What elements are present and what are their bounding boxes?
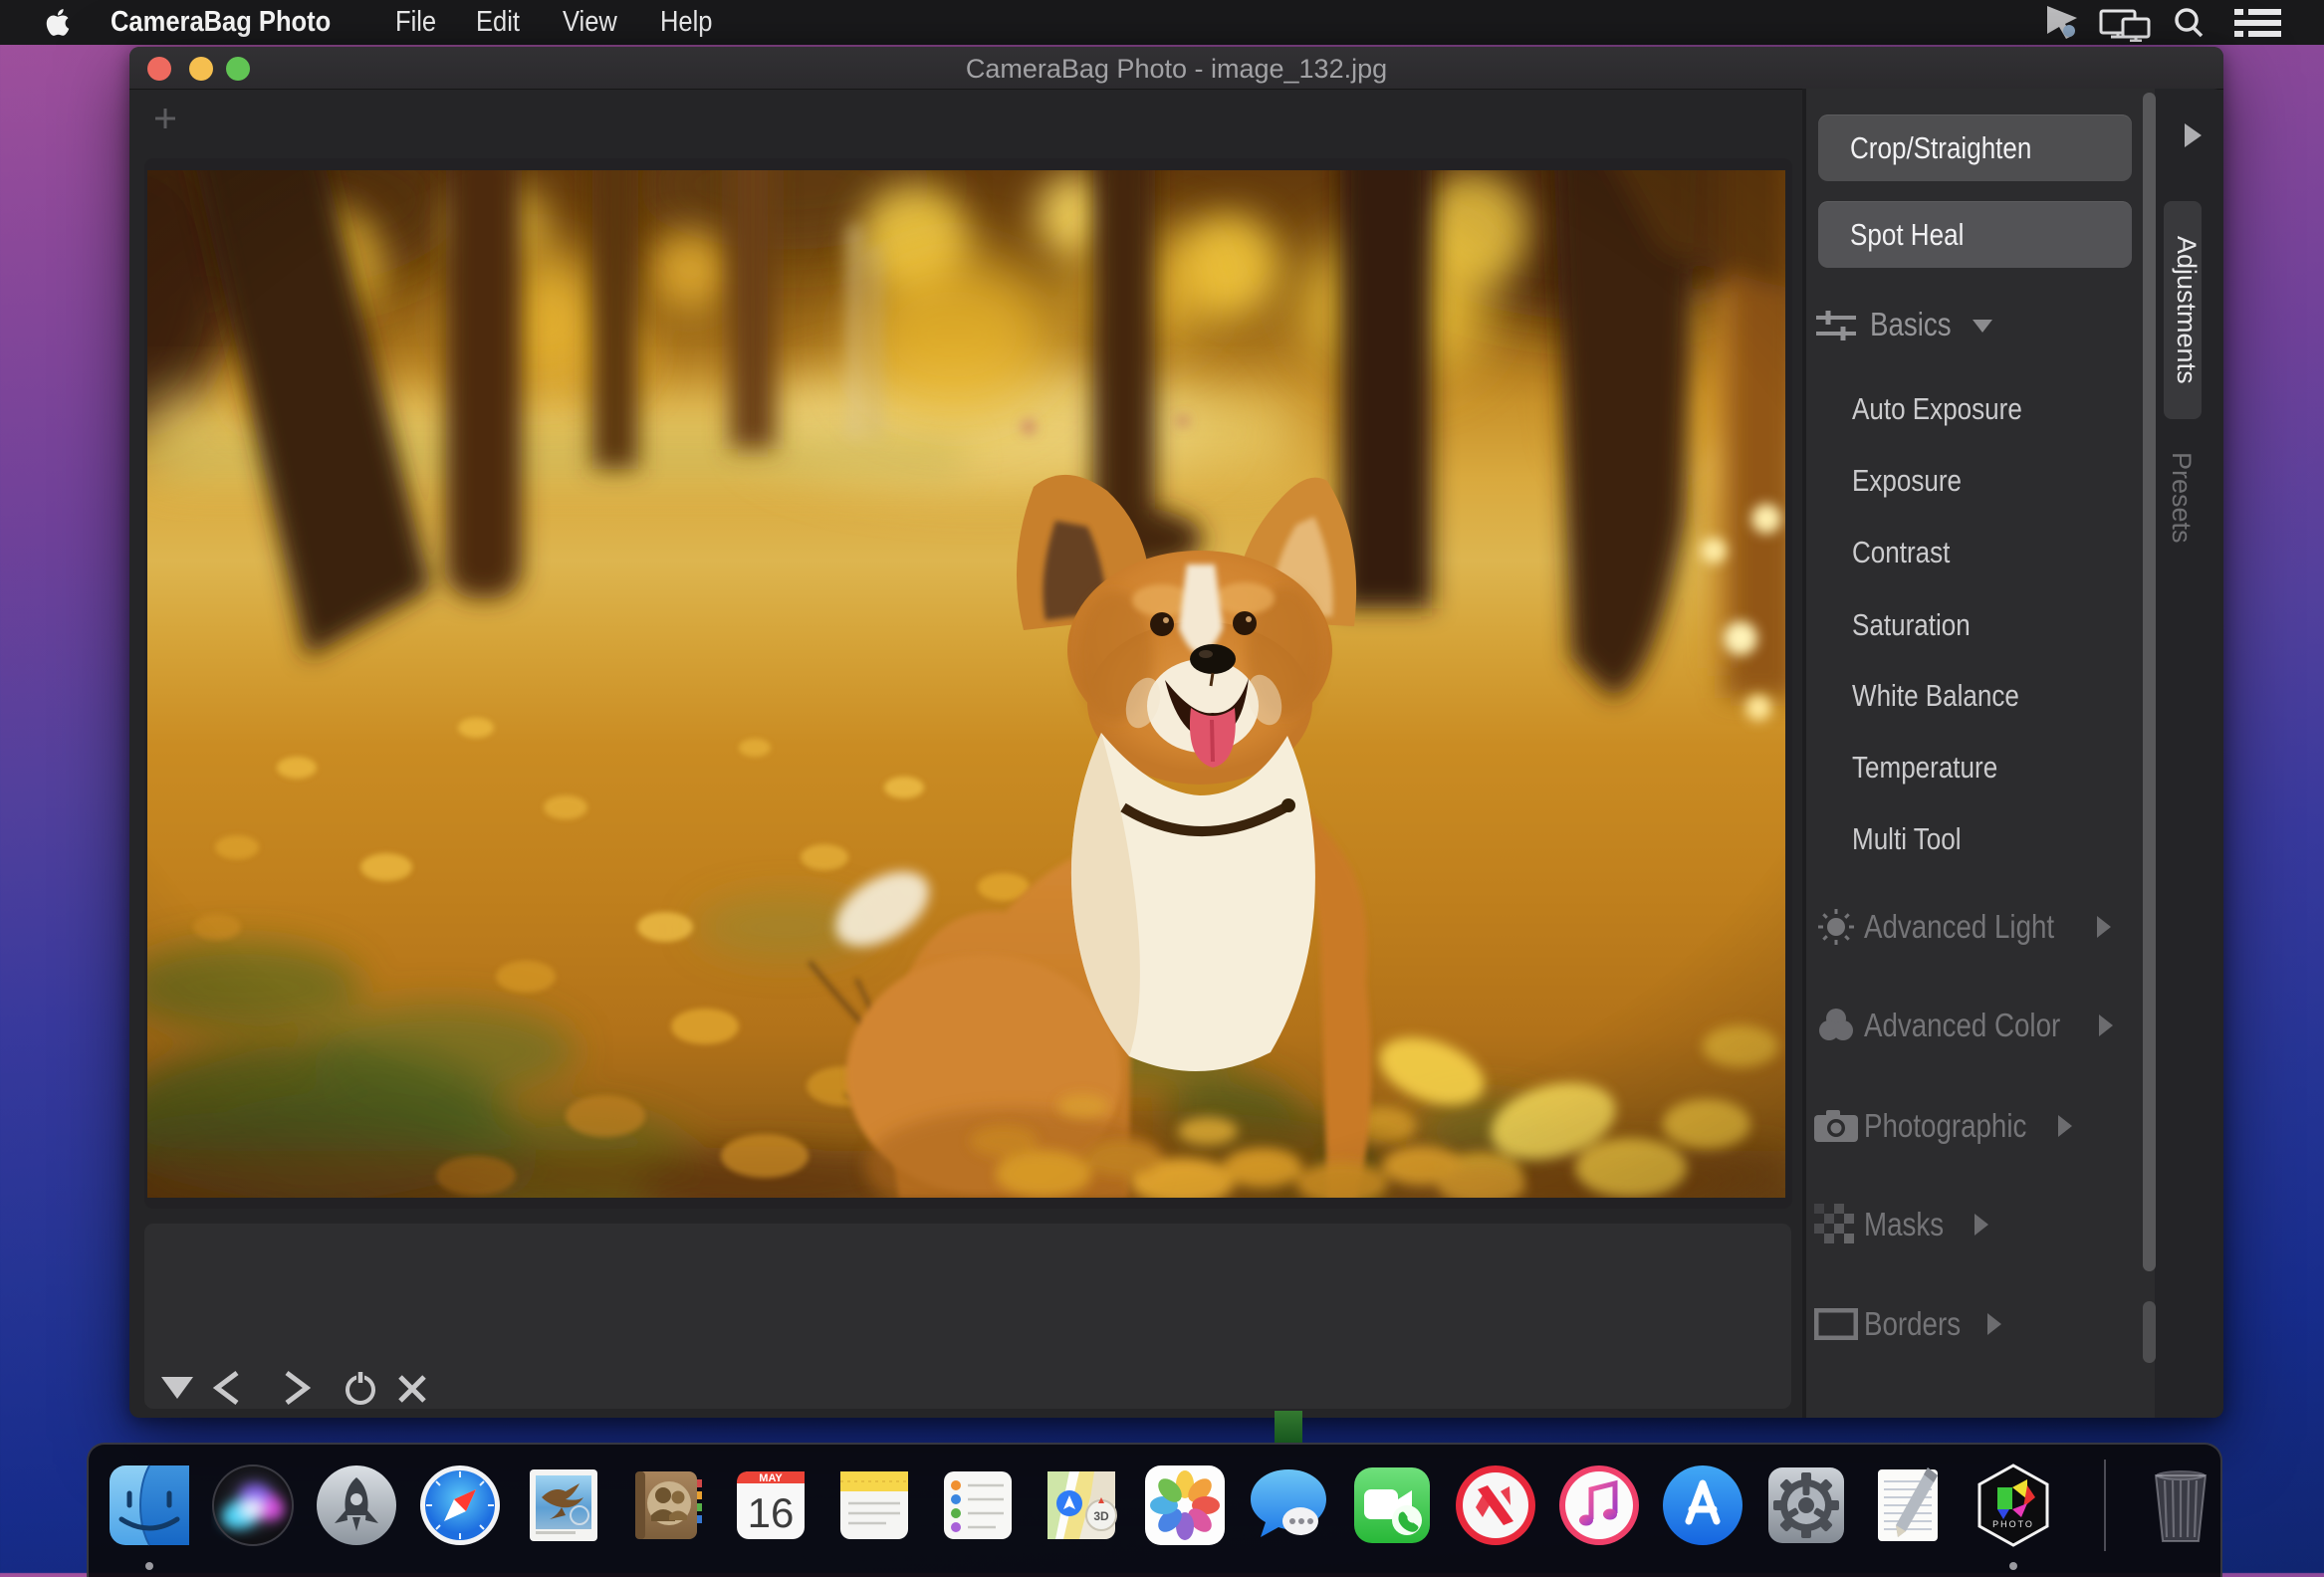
svg-text:3D: 3D [1093, 1509, 1109, 1523]
svg-text:MAY: MAY [759, 1472, 783, 1484]
svg-text:16: 16 [748, 1489, 795, 1536]
svg-text:PHOTO: PHOTO [1992, 1519, 2034, 1529]
